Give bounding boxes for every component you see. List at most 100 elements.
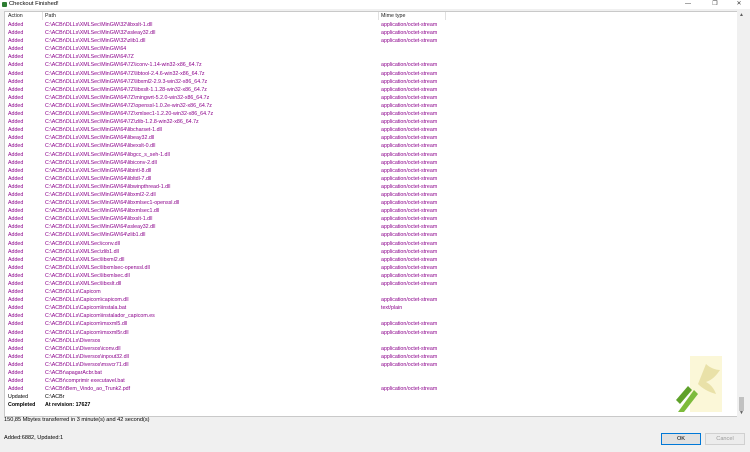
table-row[interactable]: Added C:\ACBr\DLLs\XMLSec\MinGW\64\libgcc… (5, 151, 737, 159)
table-row[interactable]: Added C:\ACBr\DLLs\XMLSec\MinGW\64\7Z\lib… (5, 78, 737, 86)
row-action: Added (8, 313, 24, 320)
table-row[interactable]: Added C:\ACBr\DLLs\XMLSec\MinGW\64\7Z\lib… (5, 70, 737, 78)
table-row[interactable]: Completed At revision: 17627 (5, 401, 737, 409)
table-row[interactable]: Added C:\ACBr\DLLs\Capicom\instalador_cap… (5, 312, 737, 320)
table-row[interactable]: Added C:\ACBr\DLLs\XMLSec\libxml2.dll appl… (5, 256, 737, 264)
table-row[interactable]: Added C:\ACBr\DLLs\XMLSec\MinGW\64\libeay… (5, 134, 737, 142)
table-row[interactable]: Added C:\ACBr\DLLs\XMLSec\MinGW\64\7Z (5, 53, 737, 61)
row-action: Updated (8, 394, 29, 401)
table-row[interactable]: Added C:\ACBr\DLLs\Capicom\msxml5r.dll app… (5, 329, 737, 337)
table-row[interactable]: Added C:\ACBr\DLLs\XMLSec\MinGW\64\7Z\lib… (5, 86, 737, 94)
table-row[interactable]: Added C:\ACBr\DLLs\XMLSec\MinGW\64\libxml… (5, 191, 737, 199)
row-mime-type: application/octet-stream (381, 111, 438, 118)
row-action: Added (8, 119, 24, 126)
table-row[interactable]: Added C:\ACBr\DLLs\XMLSec\MinGW\64\libint… (5, 167, 737, 175)
row-path: C:\ACBr\DLLs\XMLSec\libxmlsec-openssl.dl… (45, 264, 150, 271)
row-mime-type: application/octet-stream (381, 86, 438, 93)
row-action: Added (8, 86, 24, 93)
table-row[interactable]: Added C:\ACBr\DLLs\XMLSec\MinGW\32\libxsl… (5, 21, 737, 29)
row-action: Added (8, 232, 24, 239)
results-list[interactable]: Action Path Mime type Added C:\ACBr\DLLs\… (4, 11, 738, 417)
row-action: Added (8, 378, 24, 385)
column-divider[interactable] (42, 12, 43, 20)
row-path: C:\ACBr\DLLs\XMLSec\MinGW\64\7Z\iconv-1.… (45, 62, 202, 69)
table-row[interactable]: Added C:\ACBr\DLLs\XMLSec\MinGW\64\libxsl… (5, 215, 737, 223)
table-row[interactable]: Added C:\ACBr\DLLs\XMLSec\MinGW\64\libcha… (5, 126, 737, 134)
table-row[interactable]: Added C:\ACBr\DLLs\Diversos\iconv.dll appl… (5, 345, 737, 353)
table-row[interactable]: Added C:\ACBr\DLLs\XMLSec\MinGW\64\libxml… (5, 199, 737, 207)
row-path: C:\ACBr\comprimir executavel.bat (45, 378, 125, 385)
column-divider[interactable] (445, 12, 446, 20)
row-mime-type: application/octet-stream (381, 183, 438, 190)
vertical-scrollbar[interactable]: ▲ ▼ (737, 11, 746, 417)
row-path: C:\ACBr\DLLs\XMLSec\MinGW\64\libgcc_s_se… (45, 151, 170, 158)
scroll-down-icon[interactable]: ▼ (737, 409, 746, 417)
cancel-button[interactable]: Cancel (705, 433, 745, 445)
row-path: C:\ACBr\DLLs\XMLSec\libxmlsec.dll (45, 272, 130, 279)
table-row[interactable]: Added C:\ACBr\DLLs\XMLSec\MinGW\64\libexs… (5, 142, 737, 150)
table-row[interactable]: Added C:\ACBr\DLLs\XMLSec\zlib1.dll applic… (5, 248, 737, 256)
row-path: C:\ACBr\DLLs\XMLSec\MinGW\64\libeay32.dl… (45, 135, 155, 142)
table-row[interactable]: Added C:\ACBr\DLLs\Capicom\instalа.bat tex… (5, 304, 737, 312)
summary-counts: Added:6882, Updated:1 (4, 435, 64, 441)
column-header-action[interactable]: Action (8, 13, 23, 19)
row-mime-type: application/octet-stream (381, 38, 438, 45)
table-row[interactable]: Updated C:\ACBr (5, 393, 737, 401)
row-mime-type: application/octet-stream (381, 167, 438, 174)
row-action: Added (8, 191, 24, 198)
table-row[interactable]: Added C:\ACBr\DLLs\XMLSec\libxslt.dll appl… (5, 280, 737, 288)
table-row[interactable]: Added C:\ACBr\DLLs\XMLSec\MinGW\64\libico… (5, 159, 737, 167)
close-button[interactable]: ✕ (727, 0, 750, 9)
minimize-button[interactable]: — (676, 0, 700, 9)
table-row[interactable]: Added C:\ACBr\DLLs\XMLSec\MinGW\64\libwin… (5, 183, 737, 191)
table-row[interactable]: Added C:\ACBr\DLLs\XMLSec\MinGW\32\zlib1.… (5, 37, 737, 45)
table-row[interactable]: Added C:\ACBr\DLLs\XMLSec\MinGW\64\ssleay… (5, 223, 737, 231)
table-row[interactable]: Added C:\ACBr\apagarAcbr.bat (5, 369, 737, 377)
tortoise-watermark-logo (676, 356, 722, 412)
row-path: C:\ACBr\DLLs\Capicom\msxml5r.dll (45, 329, 129, 336)
row-mime-type: application/octet-stream (381, 78, 438, 85)
row-action: Added (8, 183, 24, 190)
ok-button[interactable]: OK (661, 433, 701, 445)
table-row[interactable]: Added C:\ACBr\DLLs\Diversos (5, 337, 737, 345)
table-row[interactable]: Added C:\ACBr\DLLs\XMLSec\MinGW\64\7Z\zli… (5, 118, 737, 126)
table-row[interactable]: Added C:\ACBr\DLLs\XMLSec\MinGW\64\7Z\xml… (5, 110, 737, 118)
table-row[interactable]: Added C:\ACBr\DLLs\Capicom\msxml5.dll appl… (5, 320, 737, 328)
table-row[interactable]: Added C:\ACBr\DLLs\Capicom (5, 288, 737, 296)
column-divider[interactable] (378, 12, 379, 20)
row-path: C:\ACBr\DLLs\XMLSec\MinGW\64\7Z\libtool-… (45, 70, 205, 77)
row-path: C:\ACBr\DLLs\XMLSec\MinGW\64\7Z\openssl-… (45, 102, 212, 109)
row-path: C:\ACBr\DLLs\XMLSec\iconv.dll (45, 240, 120, 247)
scroll-up-icon[interactable]: ▲ (737, 11, 746, 19)
row-mime-type: application/octet-stream (381, 30, 438, 37)
row-path: C:\ACBr\DLLs\XMLSec\MinGW\64\7Z (45, 54, 134, 61)
row-action: Added (8, 281, 24, 287)
table-row[interactable]: Added C:\ACBr\DLLs\XMLSec\MinGW\64\7Z\min… (5, 94, 737, 102)
table-row[interactable]: Added C:\ACBr\DLLs\XMLSec\MinGW\64\zlib1.… (5, 231, 737, 239)
table-row[interactable]: Added C:\ACBr\DLLs\XMLSec\iconv.dll applic… (5, 240, 737, 248)
row-path: C:\ACBr\DLLs\Diversos\msvcr71.dll (45, 361, 129, 368)
table-row[interactable]: Added C:\ACBr\DLLs\Diversos\inpout32.dll a… (5, 353, 737, 361)
column-header-path[interactable]: Path (45, 13, 56, 19)
table-row[interactable]: Added C:\ACBr\DLLs\XMLSec\MinGW\64 (5, 45, 737, 53)
table-row[interactable]: Added C:\ACBr\DLLs\Diversos\msvcr71.dll ap… (5, 361, 737, 369)
table-row[interactable]: Added C:\ACBr\DLLs\XMLSec\MinGW\64\7Z\ico… (5, 61, 737, 69)
table-row[interactable]: Added C:\ACBr\DLLs\XMLSec\libxmlsec.dll ap… (5, 272, 737, 280)
column-header-mime[interactable]: Mime type (381, 13, 405, 19)
table-row[interactable]: Added C:\ACBr\DLLs\XMLSec\MinGW\64\libxml… (5, 207, 737, 215)
row-action: Added (8, 62, 24, 69)
table-row[interactable]: Added C:\ACBr\comprimir executavel.bat (5, 377, 737, 385)
table-row[interactable]: Added C:\ACBr\Bem_Vindo_ao_Trunk2.pdf appl… (5, 385, 737, 393)
row-mime-type: application/octet-stream (381, 22, 438, 28)
table-row[interactable]: Added C:\ACBr\DLLs\Capicom\capicom.dll app… (5, 296, 737, 304)
table-row[interactable]: Added C:\ACBr\DLLs\XMLSec\libxmlsec-opens… (5, 264, 737, 272)
row-mime-type: application/octet-stream (381, 94, 438, 101)
row-mime-type: application/octet-stream (381, 151, 438, 158)
table-row[interactable]: Added C:\ACBr\DLLs\XMLSec\MinGW\64\libltd… (5, 175, 737, 183)
table-row[interactable]: Added C:\ACBr\DLLs\XMLSec\MinGW\32\ssleay… (5, 29, 737, 37)
table-row[interactable]: Added C:\ACBr\DLLs\XMLSec\MinGW\64\7Z\ope… (5, 102, 737, 110)
row-path: C:\ACBr\DLLs\XMLSec\MinGW\64\zlib1.dll (45, 232, 146, 239)
row-mime-type: application/octet-stream (381, 353, 438, 360)
maximize-button[interactable]: ❐ (703, 0, 727, 9)
row-path: C:\ACBr\DLLs\Capicom\capicom.dll (45, 297, 129, 304)
